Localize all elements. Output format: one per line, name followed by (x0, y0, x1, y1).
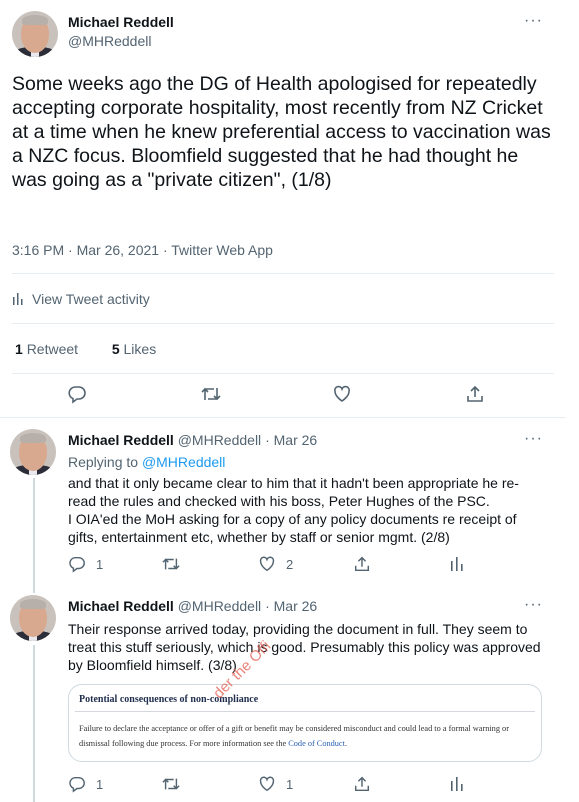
thread-line-top (33, 585, 35, 593)
author-name[interactable]: Michael Reddell (68, 14, 174, 30)
divider (12, 273, 554, 274)
heart-icon (259, 556, 275, 572)
reply-count: 1 (96, 556, 104, 572)
author-name[interactable]: Michael Reddell (68, 598, 174, 614)
activity-icon (13, 293, 23, 305)
share-icon (467, 385, 483, 402)
analytics-button[interactable] (450, 555, 464, 571)
more-options-icon[interactable]: ··· (524, 596, 543, 614)
attached-image[interactable]: Potential consequences of non-compliance… (68, 684, 542, 762)
reply-button[interactable]: 1 (68, 555, 103, 573)
retweet-button[interactable] (161, 775, 191, 793)
like-button[interactable]: 1 (258, 775, 293, 793)
share-button[interactable] (465, 384, 485, 404)
document-body: Failure to declare the acceptance or off… (79, 724, 509, 748)
separator: · (265, 598, 270, 614)
reply-count: 1 (96, 776, 104, 792)
share-button[interactable] (353, 555, 371, 573)
avatar[interactable] (12, 11, 58, 57)
view-activity-label: View Tweet activity (32, 291, 150, 307)
more-options-icon[interactable]: ··· (524, 12, 543, 30)
retweet-icon (162, 778, 180, 790)
share-button[interactable] (353, 775, 371, 793)
main-tweet: Michael Reddell @MHReddell ··· Some week… (0, 0, 566, 418)
tweet-time[interactable]: Mar 26 (274, 432, 318, 448)
share-icon (354, 556, 370, 572)
tweet-text: Some weeks ago the DG of Health apologis… (12, 73, 551, 191)
author-name[interactable]: Michael Reddell (68, 432, 174, 448)
divider (12, 373, 554, 374)
replying-to-link[interactable]: @MHReddell (142, 454, 225, 470)
retweet-icon (201, 387, 221, 401)
code-of-conduct-link: Code of Conduct (288, 739, 345, 748)
reply-header: Michael Reddell @MHReddell · Mar 26 (68, 598, 317, 614)
like-count: 1 (286, 776, 294, 792)
reply-text: Their response arrived today, providing … (68, 621, 541, 673)
reply-button[interactable]: 1 (68, 775, 103, 793)
heart-icon (259, 776, 275, 792)
retweet-button[interactable] (200, 384, 222, 404)
analytics-button[interactable] (450, 775, 464, 791)
author-handle[interactable]: @MHReddell (68, 33, 151, 49)
reply-header: Michael Reddell @MHReddell · Mar 26 (68, 432, 317, 448)
replying-to: Replying to @MHReddell (68, 454, 225, 470)
document-rule (75, 711, 535, 712)
retweet-icon (162, 558, 180, 570)
view-activity-link[interactable]: View Tweet activity (12, 291, 150, 307)
replying-prefix: Replying to (68, 454, 142, 470)
more-options-icon[interactable]: ··· (524, 430, 543, 448)
reply-button[interactable] (67, 384, 87, 404)
like-stat[interactable]: 5 Likes (112, 341, 156, 357)
author-handle[interactable]: @MHReddell (178, 432, 261, 448)
analytics-icon (451, 557, 463, 571)
divider (12, 323, 554, 324)
author-handle[interactable]: @MHReddell (178, 598, 261, 614)
engagement-counts: 1 Retweet 5 Likes (15, 341, 156, 357)
thread-line (33, 645, 35, 802)
reply-icon (68, 386, 86, 404)
reply-text: and that it only became clear to him tha… (68, 475, 519, 545)
retweet-button[interactable] (161, 555, 191, 573)
reply-icon (69, 776, 85, 793)
like-count: 2 (286, 556, 294, 572)
avatar[interactable] (10, 429, 56, 475)
retweet-stat[interactable]: 1 Retweet (15, 341, 78, 357)
share-icon (354, 776, 370, 792)
thread-line (33, 478, 35, 585)
heart-icon (333, 385, 351, 402)
reply-icon (69, 556, 85, 573)
document-title: Potential consequences of non-compliance (79, 694, 259, 705)
separator: · (265, 432, 270, 448)
like-button[interactable]: 2 (258, 555, 293, 573)
analytics-icon (451, 777, 463, 791)
avatar[interactable] (10, 595, 56, 641)
tweet-timestamp[interactable]: 3:16 PM · Mar 26, 2021 · Twitter Web App (12, 242, 273, 258)
like-button[interactable] (332, 384, 352, 404)
